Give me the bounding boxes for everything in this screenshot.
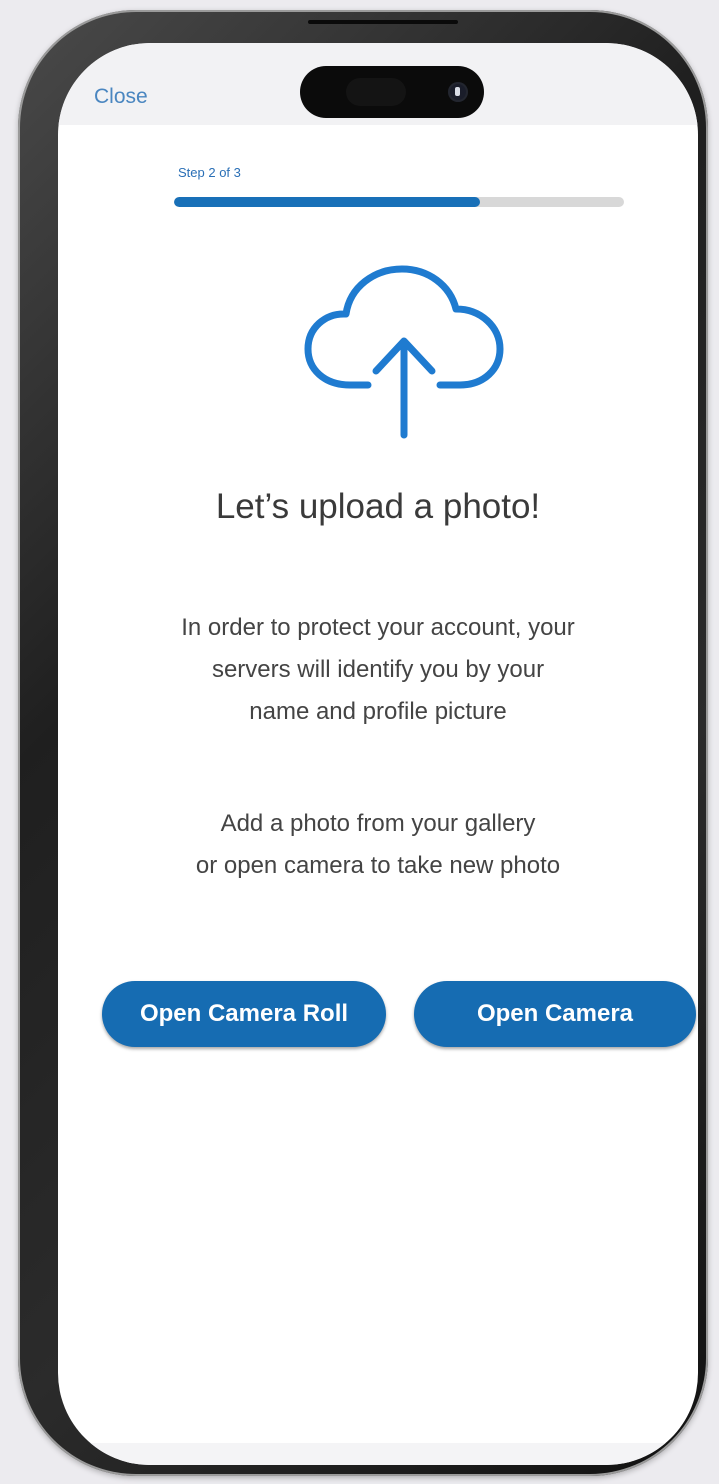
page-title: Let’s upload a photo! <box>215 487 541 526</box>
app-screen: Close Step 2 of 3 Let’s upload a photo! … <box>58 43 698 1465</box>
bottom-safe-area <box>58 1443 698 1465</box>
instruction-line: or open camera to take new photo <box>195 852 561 879</box>
explanation-line: In order to protect your account, your <box>181 614 575 641</box>
open-camera-roll-button[interactable]: Open Camera Roll <box>102 981 386 1047</box>
explanation-text: In order to protect your account, your s… <box>98 607 658 733</box>
progress-bar <box>174 197 624 207</box>
step-indicator-label: Step 2 of 3 <box>178 165 241 180</box>
open-camera-label: Open Camera <box>476 1000 634 1027</box>
open-camera-roll-label: Open Camera Roll <box>139 1000 349 1027</box>
progress-bar-fill <box>174 197 480 207</box>
dynamic-island <box>300 66 484 118</box>
phone-frame: Close Step 2 of 3 Let’s upload a photo! … <box>18 10 708 1476</box>
explanation-line: name and profile picture <box>249 698 507 725</box>
close-button[interactable]: Close <box>94 85 148 109</box>
explanation-line: servers will identify you by your <box>211 656 545 683</box>
phone-speaker-edge <box>308 20 458 24</box>
instruction-line: Add a photo from your gallery <box>220 810 536 837</box>
island-sensor <box>346 78 406 106</box>
instruction-text: Add a photo from your gallery or open ca… <box>98 803 658 887</box>
cloud-upload-icon <box>304 265 504 439</box>
front-camera-icon <box>448 82 468 102</box>
open-camera-button[interactable]: Open Camera <box>414 981 696 1047</box>
